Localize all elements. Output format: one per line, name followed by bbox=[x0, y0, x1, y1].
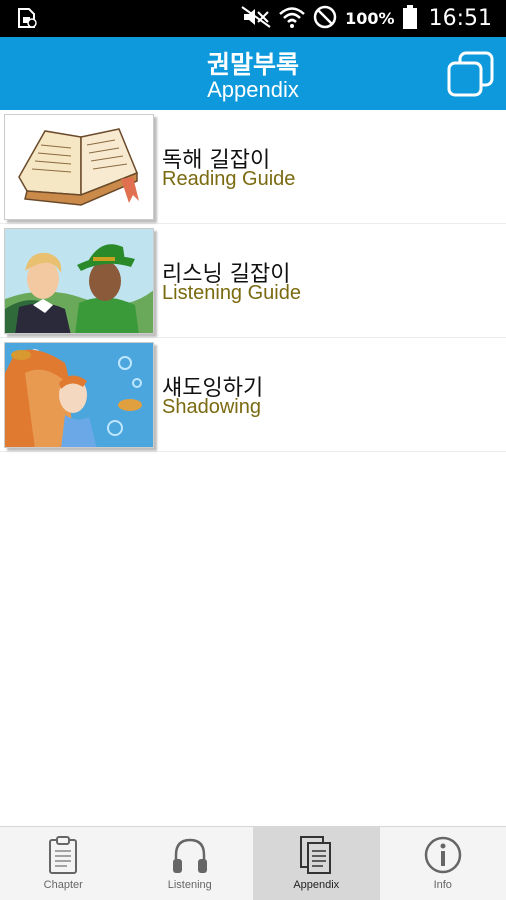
documents-icon bbox=[299, 835, 333, 879]
battery-icon bbox=[402, 4, 417, 33]
tab-appendix[interactable]: Appendix bbox=[253, 827, 380, 900]
list-item-shadowing[interactable]: 섀도잉하기 Shadowing bbox=[0, 338, 506, 452]
appendix-list: 독해 길잡이 Reading Guide 리스닝 길잡이 Listening G… bbox=[0, 110, 506, 452]
tab-info[interactable]: Info bbox=[380, 827, 506, 900]
page-title: 권말부록 bbox=[206, 50, 299, 79]
item-subtitle: Listening Guide bbox=[162, 282, 301, 304]
headphones-icon bbox=[170, 835, 210, 879]
tab-label: Chapter bbox=[43, 879, 83, 891]
clipboard-icon bbox=[47, 835, 79, 879]
list-item-reading-guide[interactable]: 독해 길잡이 Reading Guide bbox=[0, 110, 506, 224]
status-bar: 100% 16:51 bbox=[0, 0, 506, 37]
wifi-icon bbox=[279, 6, 306, 32]
item-subtitle: Reading Guide bbox=[162, 168, 296, 190]
two-characters-illustration bbox=[4, 228, 154, 334]
open-book-illustration bbox=[4, 114, 154, 220]
list-item-listening-guide[interactable]: 리스닝 길잡이 Listening Guide bbox=[0, 224, 506, 338]
tab-label: Info bbox=[433, 879, 452, 891]
tab-label: Listening bbox=[167, 879, 212, 891]
tab-listening[interactable]: Listening bbox=[127, 827, 254, 900]
app-header: 권말부록 Appendix bbox=[0, 37, 506, 110]
tab-chapter[interactable]: Chapter bbox=[0, 827, 127, 900]
windows-stack-icon bbox=[446, 51, 496, 104]
windows-stack-button[interactable] bbox=[446, 50, 496, 100]
bottom-nav: Chapter Listening Appendix Info bbox=[0, 826, 506, 900]
clock: 16:51 bbox=[428, 6, 492, 31]
sim-card-icon bbox=[16, 7, 38, 33]
page-subtitle: Appendix bbox=[207, 77, 299, 102]
tab-label: Appendix bbox=[293, 879, 340, 891]
info-icon bbox=[423, 835, 463, 879]
item-subtitle: Shadowing bbox=[162, 396, 261, 418]
battery-percent: 100% bbox=[345, 9, 395, 28]
mute-icon bbox=[241, 5, 271, 32]
mermaid-illustration bbox=[4, 342, 154, 448]
no-disturb-icon bbox=[313, 5, 337, 33]
